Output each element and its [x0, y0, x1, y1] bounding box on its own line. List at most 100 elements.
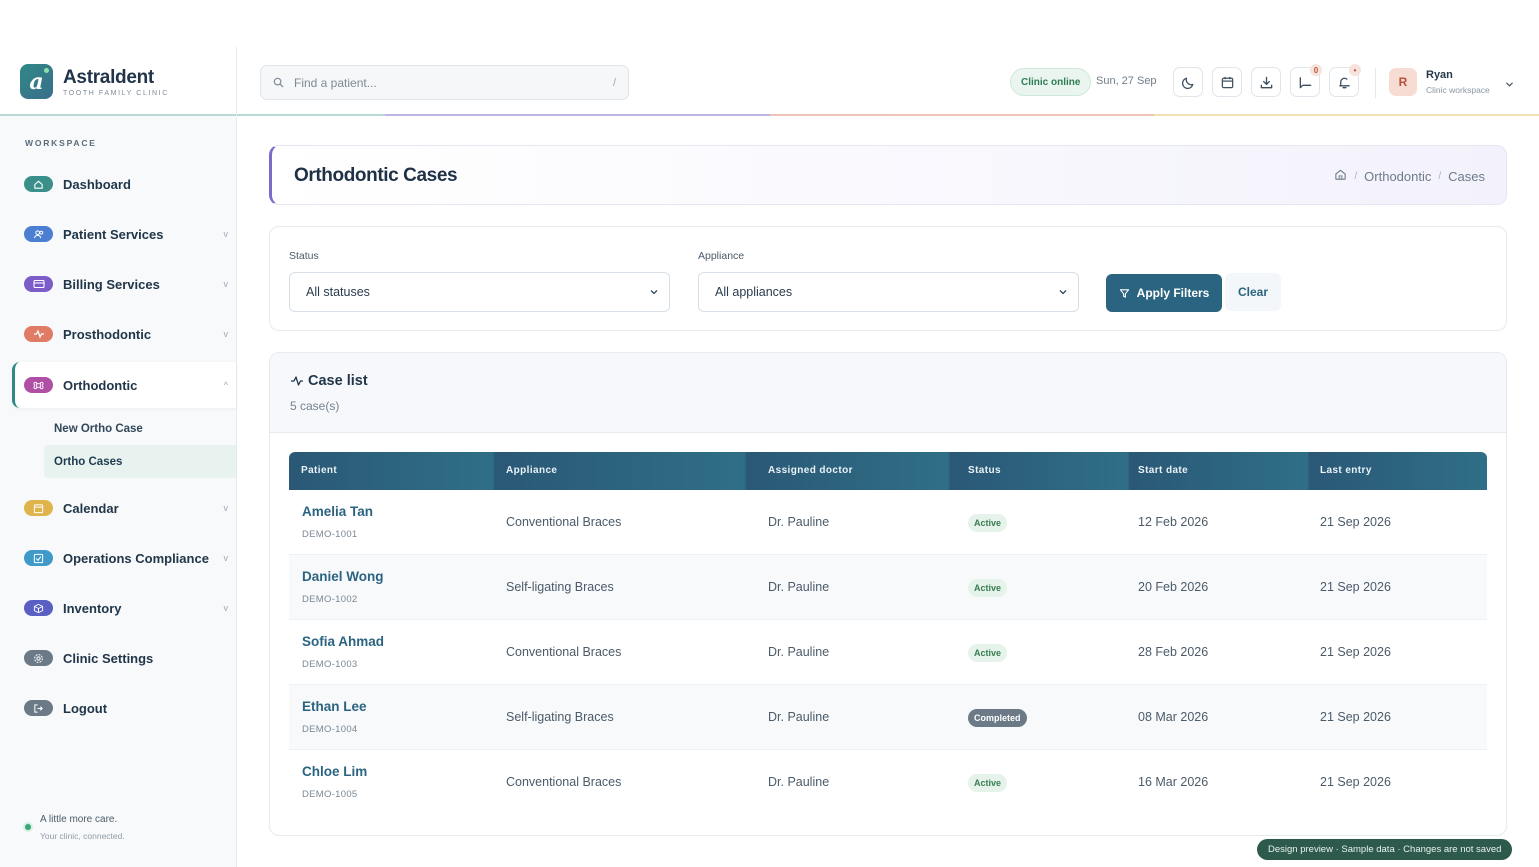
calendar-icon	[24, 500, 53, 516]
breadcrumb-separator: /	[1354, 170, 1358, 182]
sidebar-item-calendar[interactable]: Calendar v	[12, 485, 236, 531]
patient-name-link[interactable]: Daniel Wong	[302, 569, 384, 584]
patient-id: DEMO-1001	[302, 529, 358, 540]
last-entry-cell: 21 Sep 2026	[1320, 645, 1391, 659]
patient-id: DEMO-1005	[302, 789, 358, 800]
user-name[interactable]: Ryan	[1426, 69, 1453, 81]
column-header-last-entry[interactable]: Last entry	[1320, 465, 1372, 476]
download-button[interactable]	[1251, 67, 1281, 97]
chevron-down-icon: v	[223, 229, 229, 239]
status-filter-label: Status	[289, 250, 319, 262]
sidebar-section-label: WORKSPACE	[25, 138, 97, 148]
status-badge: Active	[968, 644, 1008, 662]
chevron-down-icon	[1059, 290, 1067, 295]
theme-toggle-button[interactable]	[1173, 67, 1203, 97]
chevron-down-icon: v	[223, 503, 229, 513]
table-row[interactable]: Amelia Tan DEMO-1001 Conventional Braces…	[289, 490, 1487, 555]
messages-count-badge: 0	[1310, 64, 1322, 76]
case-list-title-text: Case list	[308, 373, 368, 389]
sidebar-item-inventory[interactable]: Inventory v	[12, 585, 236, 631]
user-role: Clinic workspace	[1426, 85, 1490, 95]
doctor-cell: Dr. Pauline	[768, 710, 830, 724]
doctor-cell: Dr. Pauline	[768, 775, 830, 789]
appliance-filter-label: Appliance	[698, 250, 745, 262]
column-header-appliance[interactable]: Appliance	[506, 465, 557, 476]
appliance-cell: Self-ligating Braces	[506, 580, 614, 594]
column-header-doctor[interactable]: Assigned doctor	[768, 465, 853, 476]
patient-id: DEMO-1004	[302, 724, 358, 735]
checklist-icon	[24, 550, 53, 566]
appliance-select[interactable]: All appliances	[698, 272, 1079, 312]
sidebar-footer-subtext: Your clinic, connected.	[40, 831, 125, 841]
user-menu-chevron-icon[interactable]	[1505, 76, 1514, 94]
sidebar-item-logout[interactable]: Logout	[12, 685, 236, 731]
users-icon	[24, 226, 53, 242]
table-row[interactable]: Ethan Lee DEMO-1004 Self-ligating Braces…	[289, 685, 1487, 750]
sidebar-item-operations-compliance[interactable]: Operations Compliance v	[12, 535, 236, 581]
notifications-dot-badge: •	[1349, 64, 1361, 76]
messages-button[interactable]: 0	[1290, 64, 1322, 97]
patient-name-link[interactable]: Chloe Lim	[302, 764, 367, 779]
search-input[interactable]: Find a patient... /	[260, 65, 629, 100]
patient-name-link[interactable]: Ethan Lee	[302, 699, 367, 714]
page-title: Orthodontic Cases	[294, 165, 458, 186]
breadcrumb-orthodontic[interactable]: Orthodontic	[1364, 169, 1431, 184]
sidebar-item-label: Clinic Settings	[63, 650, 154, 666]
sidebar-item-label: Orthodontic	[63, 377, 138, 393]
brand[interactable]: a Astraldent TOOTH FAMILY CLINIC	[0, 47, 237, 116]
column-header-start-date[interactable]: Start date	[1138, 465, 1188, 476]
appliance-select-value: All appliances	[715, 285, 793, 299]
sidebar-item-patient-services[interactable]: Patient Services v	[12, 211, 236, 257]
last-entry-cell: 21 Sep 2026	[1320, 775, 1391, 789]
apply-filters-button[interactable]: Apply Filters	[1106, 274, 1222, 312]
header-date: Sun, 27 Sep	[1096, 75, 1157, 87]
apply-filters-label: Apply Filters	[1136, 286, 1210, 300]
clear-filters-button[interactable]: Clear	[1225, 273, 1281, 311]
sidebar-subitem-ortho-cases[interactable]: Ortho Cases	[44, 445, 236, 478]
sidebar-item-orthodontic[interactable]: Orthodontic ^	[12, 362, 236, 408]
brand-name: Astraldent	[63, 66, 154, 88]
sidebar-item-clinic-settings[interactable]: Clinic Settings	[12, 635, 236, 681]
chevron-up-icon: ^	[223, 380, 228, 390]
table-row[interactable]: Chloe Lim DEMO-1005 Conventional Braces …	[289, 750, 1487, 815]
design-preview-banner: Design preview · Sample data · Changes a…	[1257, 839, 1513, 860]
filter-panel: Status All statuses Appliance All applia…	[269, 226, 1507, 331]
sidebar-subitem-new-ortho-case[interactable]: New Ortho Case	[44, 412, 236, 445]
patient-name-link[interactable]: Sofia Ahmad	[302, 634, 384, 649]
status-select[interactable]: All statuses	[289, 272, 670, 312]
header-divider	[1375, 68, 1376, 98]
start-date-cell: 08 Mar 2026	[1138, 710, 1209, 724]
calendar-button[interactable]	[1212, 67, 1242, 97]
patient-name-link[interactable]: Amelia Tan	[302, 504, 373, 519]
pulse-icon	[24, 326, 53, 342]
column-header-status[interactable]: Status	[968, 465, 1001, 476]
box-icon	[24, 600, 53, 616]
breadcrumb: / Orthodontic / Cases	[1334, 168, 1485, 184]
avatar[interactable]: R	[1389, 68, 1417, 96]
command-icon	[24, 377, 53, 393]
last-entry-cell: 21 Sep 2026	[1320, 515, 1391, 529]
sidebar-item-billing-services[interactable]: Billing Services v	[12, 261, 236, 307]
sidebar-item-dashboard[interactable]: Dashboard	[12, 161, 236, 207]
notifications-button[interactable]: •	[1329, 64, 1361, 97]
doctor-cell: Dr. Pauline	[768, 580, 830, 594]
start-date-cell: 12 Feb 2026	[1138, 515, 1209, 529]
search-icon	[273, 77, 284, 88]
sidebar-item-label: Operations Compliance	[63, 550, 209, 566]
logo-icon: a	[20, 64, 53, 99]
sidebar-footer-tagline: A little more care.	[40, 814, 118, 825]
clinic-online-badge: Clinic online	[1010, 68, 1092, 96]
table-row[interactable]: Sofia Ahmad DEMO-1003 Conventional Brace…	[289, 620, 1487, 685]
column-header-patient[interactable]: Patient	[301, 465, 337, 476]
home-icon[interactable]	[1334, 168, 1347, 184]
status-badge: Active	[968, 774, 1008, 792]
doctor-cell: Dr. Pauline	[768, 645, 830, 659]
appliance-cell: Self-ligating Braces	[506, 710, 614, 724]
sidebar-item-label: Patient Services	[63, 226, 164, 242]
status-badge: Active	[968, 514, 1008, 532]
appliance-cell: Conventional Braces	[506, 515, 622, 529]
sidebar-item-prosthodontic[interactable]: Prosthodontic v	[12, 311, 236, 357]
message-icon	[1299, 76, 1311, 88]
table-row[interactable]: Daniel Wong DEMO-1002 Self-ligating Brac…	[289, 555, 1487, 620]
home-icon	[24, 176, 53, 192]
